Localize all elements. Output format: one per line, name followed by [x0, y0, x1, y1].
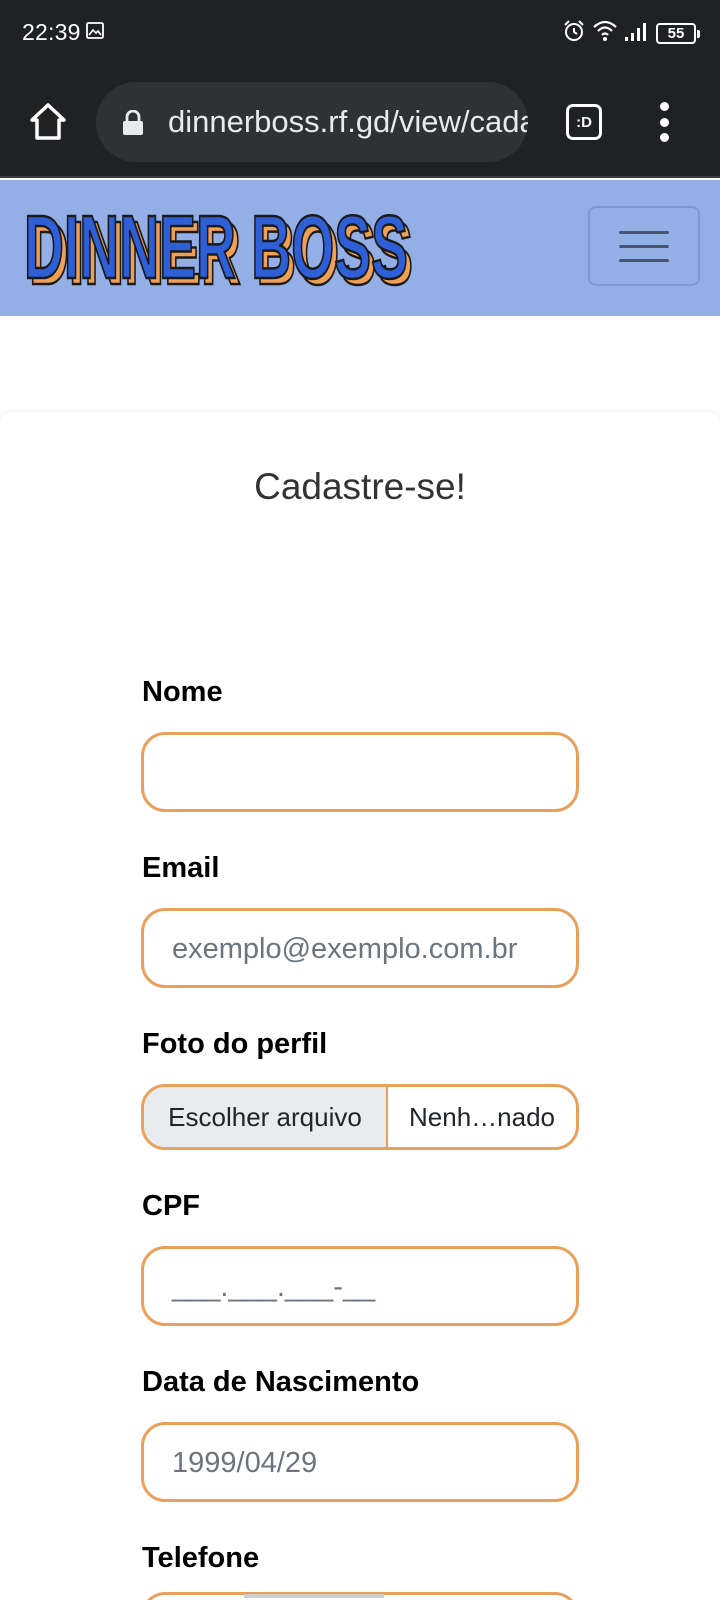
- form-title: Cadastre-se!: [254, 466, 466, 507]
- brand-logo-text: DINNER BOSS: [24, 202, 408, 296]
- alarm-icon: [562, 19, 586, 48]
- site-navbar: DINNER BOSS DINNER BOSS: [0, 180, 720, 316]
- cpf-label: CPF: [142, 1190, 200, 1222]
- choose-file-button[interactable]: Escolher arquivo: [144, 1087, 388, 1147]
- wifi-icon: [592, 20, 618, 47]
- name-label: Nome: [142, 676, 223, 708]
- name-input[interactable]: [141, 732, 579, 812]
- profile-photo-input[interactable]: Escolher arquivo Nenh…nado: [141, 1084, 579, 1150]
- lock-icon: [122, 109, 144, 141]
- tab-switcher-button[interactable]: :D: [566, 104, 602, 140]
- nav-toggle-button[interactable]: [588, 206, 700, 286]
- cpf-placeholder: ___.___.___-__: [172, 1271, 376, 1303]
- url-text[interactable]: dinnerboss.rf.gd/view/cadastro: [168, 104, 528, 140]
- status-time: 22:39: [22, 19, 81, 45]
- hamburger-icon-line: [619, 230, 669, 234]
- battery-icon: 55: [656, 23, 700, 44]
- phone-input[interactable]: [141, 1592, 579, 1600]
- hamburger-icon-line: [619, 258, 669, 262]
- profile-photo-label: Foto do perfil: [142, 1028, 328, 1060]
- gallery-notification-icon: [86, 22, 104, 44]
- overflow-menu-icon[interactable]: [652, 102, 676, 142]
- email-label: Email: [142, 852, 220, 884]
- battery-level: 55: [667, 25, 685, 42]
- email-input[interactable]: exemplo@exemplo.com.br: [141, 908, 579, 988]
- tab-switcher-label: :D: [576, 113, 592, 131]
- signal-icon: [624, 20, 650, 47]
- birth-date-input[interactable]: 1999/04/29: [141, 1422, 579, 1502]
- address-bar[interactable]: dinnerboss.rf.gd/view/cadastro: [96, 82, 528, 162]
- brand-logo[interactable]: DINNER BOSS DINNER BOSS: [22, 197, 422, 306]
- birth-date-placeholder: 1999/04/29: [172, 1447, 318, 1479]
- cpf-input[interactable]: ___.___.___-__: [141, 1246, 579, 1326]
- status-bar: 22:39 55: [0, 0, 720, 66]
- home-icon[interactable]: [26, 102, 70, 142]
- hamburger-icon-line: [619, 244, 669, 248]
- file-name-text: Nenh…nado: [409, 1101, 555, 1132]
- birth-date-label: Data de Nascimento: [142, 1366, 420, 1398]
- phone-label: Telefone: [142, 1542, 260, 1574]
- email-placeholder: exemplo@exemplo.com.br: [172, 933, 518, 965]
- browser-toolbar: dinnerboss.rf.gd/view/cadastro :D: [0, 66, 720, 178]
